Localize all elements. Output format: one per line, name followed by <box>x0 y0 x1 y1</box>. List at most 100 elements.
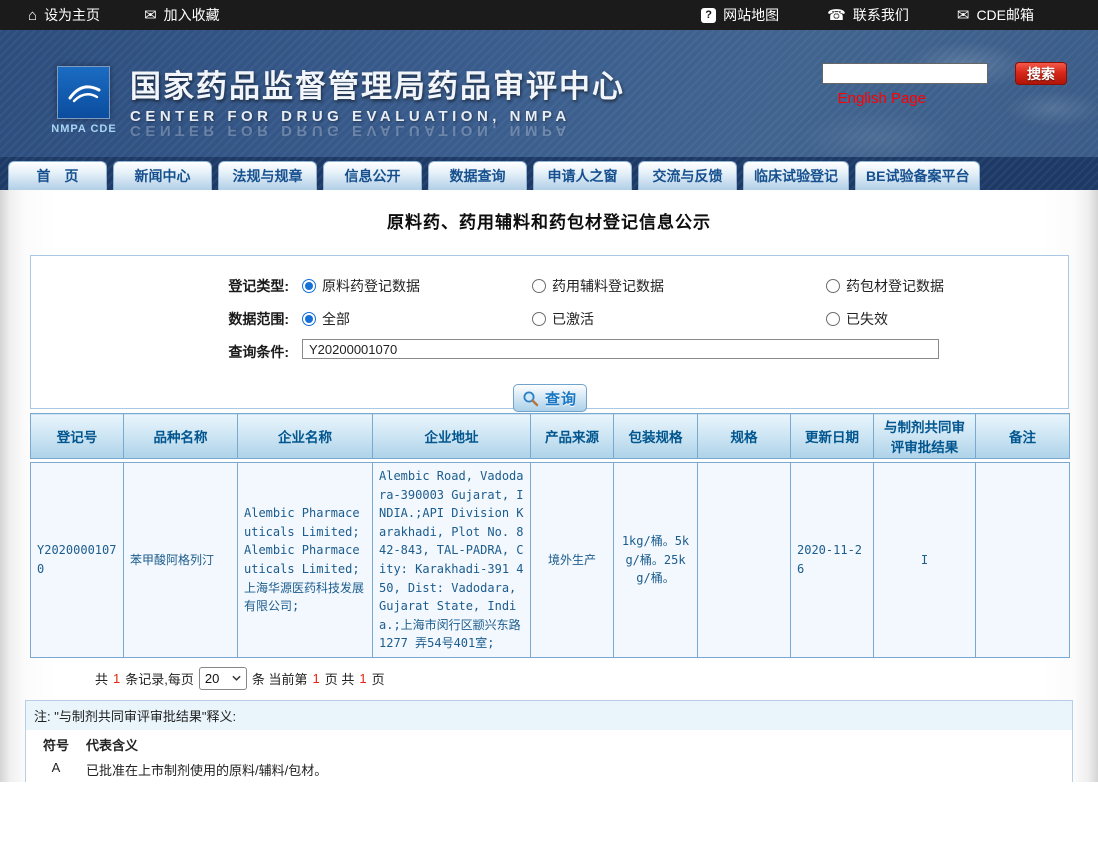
radio-unchecked-icon[interactable] <box>826 312 840 326</box>
data-scope-row: 数据范围: 全部 已激活 已失效 <box>31 302 1068 335</box>
table-header-row: 登记号 品种名称 企业名称 企业地址 产品来源 包装规格 规格 更新日期 与制剂… <box>31 414 1070 459</box>
col-joint-review-result: 与制剂共同审评审批结果 <box>874 414 976 459</box>
envelope-icon: ✉ <box>144 8 157 23</box>
top-utility-bar: ⌂ 设为主页 ✉ 加入收藏 ? 网站地图 ☎ 联系我们 ✉ CDE邮箱 <box>0 0 1098 30</box>
radio-unchecked-icon[interactable] <box>826 279 840 293</box>
legend-notes: 注: "与制剂共同审评审批结果"释义: 符号 代表含义 A 已批准在上市制剂使用… <box>25 700 1073 782</box>
site-search-input[interactable] <box>822 63 988 84</box>
cell-product-name: 苯甲酸阿格列汀 <box>124 463 238 658</box>
cell-remark <box>976 463 1070 658</box>
query-button[interactable]: 查询 <box>513 384 587 412</box>
pagination: 共 1 条记录,每页 20 条 当前第 1 页 共 1 页 <box>95 667 1098 690</box>
radio-checked-icon[interactable] <box>302 279 316 293</box>
radio-checked-icon[interactable] <box>302 312 316 326</box>
chevron-down-icon <box>232 675 241 681</box>
radio-api-label: 原料药登记数据 <box>322 276 420 296</box>
col-reg-no: 登记号 <box>31 414 124 459</box>
col-remark: 备注 <box>976 414 1070 459</box>
logo-caption: NMPA CDE <box>50 123 118 135</box>
contact-link[interactable]: ☎ 联系我们 <box>827 5 909 25</box>
tab-home[interactable]: 首 页 <box>8 161 107 190</box>
radio-excipient-label: 药用辅料登记数据 <box>552 276 664 296</box>
main-nav: 首 页 新闻中心 法规与规章 信息公开 数据查询 申请人之窗 交流与反馈 临床试… <box>0 157 1098 190</box>
english-page-link[interactable]: English Page <box>838 90 926 107</box>
cell-package-spec: 1kg/桶。5kg/桶。25kg/桶。 <box>614 463 698 658</box>
col-company-address: 企业地址 <box>373 414 531 459</box>
reg-type-row: 登记类型: 原料药登记数据 药用辅料登记数据 药包材登记数据 <box>31 269 1068 302</box>
mail-icon: ✉ <box>957 8 970 23</box>
tab-data-query[interactable]: 数据查询 <box>428 161 527 190</box>
radio-active-label: 已激活 <box>552 309 594 329</box>
pagination-pages-suffix: 页 <box>372 669 385 688</box>
query-condition-label: 查询条件: <box>31 342 289 362</box>
cde-mail-link[interactable]: ✉ CDE邮箱 <box>957 5 1034 25</box>
tab-applicant-window[interactable]: 申请人之窗 <box>533 161 632 190</box>
radio-unchecked-icon[interactable] <box>532 279 546 293</box>
cde-mail-label: CDE邮箱 <box>976 5 1034 25</box>
notes-meaning-header: 代表含义 <box>86 735 138 754</box>
pagination-per-suffix: 条 当前第 <box>252 669 308 688</box>
cde-logo <box>57 66 110 119</box>
query-condition-input[interactable] <box>302 339 939 359</box>
table-row: Y20200001070 苯甲酸阿格列汀 Alembic Pharmaceuti… <box>31 463 1070 658</box>
site-title-english-reflection: CENTER FOR DRUG EVALUATION, NMPA <box>130 122 625 139</box>
query-button-label: 查询 <box>545 388 577 409</box>
radio-packaging-data[interactable]: 药包材登记数据 <box>826 276 944 296</box>
notes-title: 注: "与制剂共同审评审批结果"释义: <box>26 701 1072 730</box>
col-product-name: 品种名称 <box>124 414 238 459</box>
tab-be-platform[interactable]: BE试验备案平台 <box>855 161 980 190</box>
col-spec: 规格 <box>698 414 791 459</box>
query-condition-row: 查询条件: <box>31 335 1068 368</box>
cell-product-source: 境外生产 <box>531 463 614 658</box>
radio-scope-all[interactable]: 全部 <box>302 309 350 329</box>
pagination-total-prefix: 共 <box>95 669 108 688</box>
radio-scope-active[interactable]: 已激活 <box>532 309 594 329</box>
site-search-button[interactable]: 搜索 <box>1015 62 1067 85</box>
cell-update-date: 2020-11-26 <box>791 463 874 658</box>
cell-reg-no: Y20200001070 <box>31 463 124 658</box>
tab-feedback[interactable]: 交流与反馈 <box>638 161 737 190</box>
set-homepage-link[interactable]: ⌂ 设为主页 <box>28 5 100 25</box>
page-size-value: 20 <box>205 671 219 686</box>
add-favorite-label: 加入收藏 <box>164 5 220 25</box>
tab-info-disclosure[interactable]: 信息公开 <box>323 161 422 190</box>
query-form: 登记类型: 原料药登记数据 药用辅料登记数据 药包材登记数据 数据范围: 全部 <box>30 255 1069 409</box>
tab-news[interactable]: 新闻中心 <box>113 161 212 190</box>
radio-packaging-label: 药包材登记数据 <box>846 276 944 296</box>
radio-expired-label: 已失效 <box>846 309 888 329</box>
radio-api-data[interactable]: 原料药登记数据 <box>302 276 420 296</box>
home-icon: ⌂ <box>28 8 37 23</box>
phone-icon: ☎ <box>827 8 846 23</box>
notes-symbol-header: 符号 <box>26 735 86 754</box>
notes-header-row: 符号 代表含义 <box>26 730 1072 757</box>
set-homepage-label: 设为主页 <box>44 5 100 25</box>
pagination-total: 1 <box>113 671 120 686</box>
pagination-current: 1 <box>313 671 320 686</box>
cell-spec <box>698 463 791 658</box>
add-favorite-link[interactable]: ✉ 加入收藏 <box>144 5 220 25</box>
cell-company-name: Alembic Pharmaceuticals Limited;Alembic … <box>238 463 373 658</box>
col-product-source: 产品来源 <box>531 414 614 459</box>
radio-all-label: 全部 <box>322 309 350 329</box>
contact-label: 联系我们 <box>853 5 909 25</box>
page-title: 原料药、药用辅料和药包材登记信息公示 <box>0 190 1098 233</box>
radio-scope-expired[interactable]: 已失效 <box>826 309 888 329</box>
tab-regulations[interactable]: 法规与规章 <box>218 161 317 190</box>
main-content: 原料药、药用辅料和药包材登记信息公示 登记类型: 原料药登记数据 药用辅料登记数… <box>0 190 1098 782</box>
sitemap-link[interactable]: ? 网站地图 <box>701 5 779 25</box>
radio-excipient-data[interactable]: 药用辅料登记数据 <box>532 276 664 296</box>
tab-clinical-trial[interactable]: 临床试验登记 <box>743 161 849 190</box>
sitemap-label: 网站地图 <box>723 5 779 25</box>
cell-joint-review-result: I <box>874 463 976 658</box>
notes-item-a: A 已批准在上市制剂使用的原料/辅料/包材。 <box>26 757 1072 782</box>
radio-unchecked-icon[interactable] <box>532 312 546 326</box>
col-update-date: 更新日期 <box>791 414 874 459</box>
logo-swoosh-icon <box>62 73 106 113</box>
notes-meaning-a: 已批准在上市制剂使用的原料/辅料/包材。 <box>86 760 327 779</box>
site-title-chinese: 国家药品监督管理局药品审评中心 <box>130 61 625 106</box>
reg-type-label: 登记类型: <box>31 276 289 296</box>
data-scope-label: 数据范围: <box>31 309 289 329</box>
results-table: 登记号 品种名称 企业名称 企业地址 产品来源 包装规格 规格 更新日期 与制剂… <box>30 413 1070 658</box>
page-size-select[interactable]: 20 <box>199 667 247 690</box>
question-icon: ? <box>701 8 716 23</box>
